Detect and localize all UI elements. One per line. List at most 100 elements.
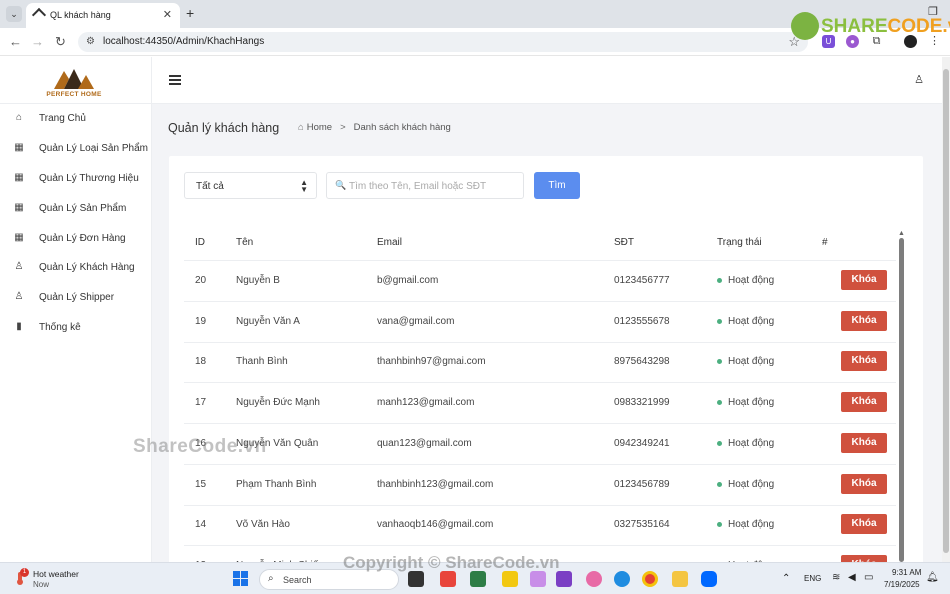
cell-name: Thanh Bình xyxy=(236,356,288,368)
cell-email: vana@gmail.com xyxy=(377,315,455,327)
clock-time[interactable]: 9:31 AM xyxy=(892,568,921,577)
cell-status: Hoạt động xyxy=(728,519,775,531)
file-explorer-icon[interactable] xyxy=(672,571,688,587)
task-view-icon[interactable] xyxy=(408,571,424,587)
cell-phone: 0942349241 xyxy=(614,437,670,449)
sidebar-item-products[interactable]: ▦ Quản Lý Sản Phẩm xyxy=(0,198,152,220)
sidebar-item-label: Quản Lý Sản Phẩm xyxy=(39,203,127,214)
table-scrollbar-thumb[interactable] xyxy=(899,238,904,562)
tab-title: QL khách hàng xyxy=(50,10,111,20)
lock-customer-button[interactable]: Khóa xyxy=(841,392,887,413)
tab-search-button[interactable]: ⌄ xyxy=(6,6,22,22)
table-row: 17 Nguyễn Đức Mạnh manh123@gmail.com 098332… xyxy=(184,383,896,425)
windows-start-icon[interactable] xyxy=(233,571,249,587)
cell-name: Nguyễn Đức Mạnh xyxy=(236,397,320,409)
sidebar-item-label: Quản Lý Shipper xyxy=(39,292,115,303)
search-box[interactable]: 🔍 xyxy=(326,172,524,199)
new-tab-button[interactable]: + xyxy=(186,5,194,21)
show-hidden-icons[interactable]: ⌃ xyxy=(782,573,790,584)
lock-customer-button[interactable]: Khóa xyxy=(841,473,887,494)
store-icon[interactable] xyxy=(470,571,486,587)
page-scrollbar-thumb[interactable] xyxy=(943,69,949,553)
weather-title[interactable]: Hot weather xyxy=(33,569,79,579)
site-info-icon[interactable]: ⚙ xyxy=(86,36,95,47)
volume-icon[interactable]: ◀ xyxy=(848,572,856,583)
logo[interactable]: PERFECT HOME xyxy=(44,67,104,101)
cell-id: 19 xyxy=(195,315,207,327)
column-header-action: # xyxy=(822,237,828,248)
favicon-icon xyxy=(31,7,47,23)
edge-icon[interactable] xyxy=(614,571,630,587)
search-icon: ⌕ xyxy=(268,573,274,584)
brand-text: SHARECODE.vn xyxy=(821,16,950,37)
page-scrollbar[interactable] xyxy=(942,57,950,562)
menu-toggle-icon[interactable] xyxy=(169,75,181,85)
status-dot-icon xyxy=(717,278,722,283)
sticky-notes-icon[interactable] xyxy=(502,571,518,587)
table-scrollbar[interactable]: ▲ xyxy=(896,230,906,562)
reload-icon[interactable]: ↻ xyxy=(55,34,66,50)
notifications-bell-icon[interactable]: 🔔︎ xyxy=(926,572,939,583)
sidebar-item-label: Quản Lý Loại Sản Phẩm xyxy=(39,143,148,154)
lock-customer-button[interactable]: Khóa xyxy=(841,270,887,290)
sidebar-item-label: Quản Lý Thương Hiệu xyxy=(39,173,139,184)
sidebar-item-brands[interactable]: ▦ Quản Lý Thương Hiệu xyxy=(0,168,152,190)
lock-customer-button[interactable]: Khóa xyxy=(841,432,887,453)
cell-name: Nguyễn Văn A xyxy=(236,315,300,327)
lock-customer-button[interactable]: Khóa xyxy=(841,310,887,331)
url-text[interactable]: localhost:44350/Admin/KhachHangs xyxy=(103,36,264,47)
weather-subtitle: Now xyxy=(33,580,50,589)
back-icon[interactable]: ← xyxy=(9,34,22,49)
status-dot-icon xyxy=(717,522,722,528)
copilot-icon[interactable] xyxy=(586,571,602,587)
customer-table: ID Tên Email SĐT Trạng thái # 20 Nguyễn B… xyxy=(184,224,896,566)
scroll-up-icon[interactable]: ▲ xyxy=(898,230,905,237)
home-icon: ⌂ xyxy=(298,122,304,133)
search-button[interactable]: Tìm xyxy=(534,172,580,199)
sidebar-item-shippers[interactable]: ♙ Quản Lý Shipper xyxy=(0,287,152,309)
language-indicator[interactable]: ENG xyxy=(804,574,821,583)
wifi-icon[interactable]: ≋ xyxy=(832,572,840,583)
user-icon[interactable]: ♙ xyxy=(914,73,924,86)
cell-id: 15 xyxy=(195,478,207,490)
cell-id: 20 xyxy=(195,275,207,286)
sidebar-item-label: Trang Chủ xyxy=(39,113,86,124)
sidebar-item-categories[interactable]: ▦ Quản Lý Loại Sản Phẩm xyxy=(0,138,152,160)
battery-icon[interactable]: ▭ xyxy=(864,572,873,583)
user-icon: ♙ xyxy=(14,261,24,272)
sidebar-item-home[interactable]: ⌂ Trang Chủ xyxy=(0,108,152,130)
snipping-tool-icon[interactable] xyxy=(440,571,456,587)
page-title: Quản lý khách hàng xyxy=(168,121,280,135)
watermark-center: ShareCode.vn xyxy=(133,436,267,457)
watermark-bottom: Copyright © ShareCode.vn xyxy=(343,553,560,572)
sharecode-brand-logo: SHARECODE.vn xyxy=(791,12,950,42)
home-icon: ⌂ xyxy=(15,112,23,123)
lock-customer-button[interactable]: Khóa xyxy=(841,351,887,372)
column-header-phone: SĐT xyxy=(614,237,634,248)
cell-id: 14 xyxy=(195,519,207,531)
sidebar-item-orders[interactable]: ▦ Quản Lý Đơn Hàng xyxy=(0,228,152,250)
search-icon: 🔍 xyxy=(335,180,347,190)
address-bar[interactable]: ⚙ localhost:44350/Admin/KhachHangs ☆ xyxy=(78,32,808,52)
paint-icon[interactable] xyxy=(530,571,546,587)
browser-tab[interactable]: QL khách hàng ✕ xyxy=(26,3,180,28)
zalo-icon[interactable] xyxy=(701,571,717,587)
forward-icon[interactable]: → xyxy=(31,34,44,49)
search-input[interactable] xyxy=(349,178,519,194)
close-tab-icon[interactable]: ✕ xyxy=(163,8,172,21)
clock-date[interactable]: 7/19/2025 xyxy=(884,580,920,589)
chrome-icon[interactable] xyxy=(642,571,658,587)
cell-status: Hoạt động xyxy=(728,478,775,490)
lock-customer-button[interactable]: Khóa xyxy=(841,514,887,535)
sidebar-item-statistics[interactable]: ▮ Thống kê xyxy=(0,317,152,339)
table-row: 20 Nguyễn B b@gmail.com 0123456777 Hoạt động… xyxy=(184,261,896,302)
status-filter-select[interactable]: Tất cả ▲ ▼ xyxy=(184,172,317,199)
breadcrumb-home[interactable]: Home xyxy=(307,122,332,133)
visual-studio-icon[interactable] xyxy=(556,571,572,587)
sidebar-item-customers[interactable]: ♙ Quản Lý Khách Hàng xyxy=(0,257,152,279)
sidebar-item-label: Thống kê xyxy=(39,322,81,333)
sidebar-divider xyxy=(0,103,152,104)
user-icon: ♙ xyxy=(14,291,24,302)
column-header-name: Tên xyxy=(236,237,254,248)
table-header: ID Tên Email SĐT Trạng thái # xyxy=(184,224,896,261)
